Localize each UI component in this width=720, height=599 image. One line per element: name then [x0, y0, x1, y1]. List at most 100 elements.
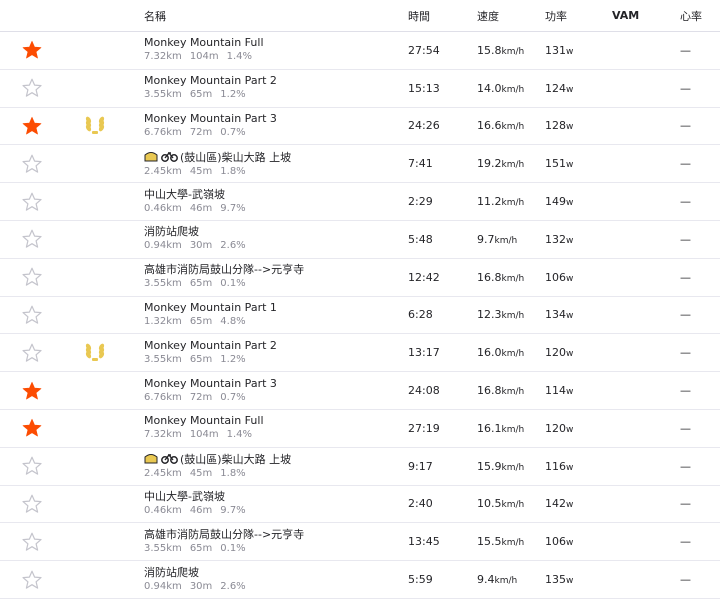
- segment-name[interactable]: 中山大學-武嶺坡: [144, 490, 225, 503]
- star-icon[interactable]: [22, 229, 42, 249]
- segment-name-link[interactable]: Monkey Mountain Part 3: [144, 377, 408, 391]
- speed-cell: 16.1km/h: [477, 409, 545, 448]
- segment-name[interactable]: Monkey Mountain Part 3: [144, 377, 277, 390]
- star-icon[interactable]: [22, 418, 42, 438]
- star-icon[interactable]: [22, 192, 42, 212]
- segment-name[interactable]: Monkey Mountain Part 2: [144, 339, 277, 352]
- table-row[interactable]: 消防站爬坡 0.94km 30m 2.6% 5:59 9.4km/h 135w —: [0, 560, 720, 599]
- table-row[interactable]: Monkey Mountain Part 2 3.55km 65m 1.2% 15:13…: [0, 69, 720, 108]
- table-row[interactable]: 高雄市消防局鼓山分隊-->元亨寺 3.55km 65m 0.1% 12:42 16.8km…: [0, 258, 720, 297]
- header-hr[interactable]: 心率: [680, 0, 720, 32]
- star-icon[interactable]: [22, 494, 42, 514]
- table-row[interactable]: Monkey Mountain Part 2 3.55km 65m 1.2% 13:17…: [0, 333, 720, 373]
- star-icon[interactable]: [22, 343, 42, 363]
- unit-label: km/h: [501, 387, 525, 398]
- segment-grade: 9.7%: [220, 504, 246, 516]
- star-icon[interactable]: [22, 570, 42, 590]
- star-icon[interactable]: [22, 116, 42, 136]
- star-icon[interactable]: [22, 40, 42, 60]
- speed-value: 15.9: [477, 459, 502, 473]
- header-speed[interactable]: 速度: [477, 0, 545, 32]
- segment-elevation: 65m: [189, 89, 213, 101]
- segment-name-link[interactable]: 中山大學-武嶺坡: [144, 490, 408, 504]
- segment-name-link[interactable]: (鼓山區)柴山大路 上坡: [144, 451, 408, 467]
- segment-elevation: 46m: [189, 504, 213, 516]
- segment-name[interactable]: Monkey Mountain Part 3: [144, 112, 277, 125]
- medal-cell: [62, 333, 144, 373]
- power-cell: 106w: [545, 522, 612, 562]
- segment-name[interactable]: (鼓山區)柴山大路 上坡: [180, 453, 291, 466]
- table-row[interactable]: Monkey Mountain Part 1 1.32km 65m 4.8% 6:28 1…: [0, 296, 720, 335]
- speed-cell: 16.6km/h: [477, 107, 545, 146]
- header-time[interactable]: 時間: [408, 0, 477, 32]
- segment-cell: 中山大學-武嶺坡 0.46km 46m 9.7%: [144, 485, 408, 524]
- star-cell: [0, 560, 62, 599]
- segment-name-link[interactable]: 消防站爬坡: [144, 566, 408, 580]
- star-icon[interactable]: [22, 78, 42, 98]
- unit-label: km/h: [501, 311, 525, 322]
- segment-name-link[interactable]: Monkey Mountain Part 1: [144, 301, 408, 315]
- segment-elevation: 65m: [189, 353, 213, 365]
- unit-label: w: [566, 462, 574, 473]
- segment-name[interactable]: 高雄市消防局鼓山分隊-->元亨寺: [144, 528, 304, 541]
- segment-name[interactable]: Monkey Mountain Full: [144, 414, 264, 427]
- power-cell: 124w: [545, 69, 612, 108]
- star-cell: [0, 333, 62, 373]
- table-row[interactable]: 中山大學-武嶺坡 0.46km 46m 9.7% 2:40 10.5km/h 142w —: [0, 485, 720, 524]
- power-value: 114: [545, 384, 566, 398]
- star-icon[interactable]: [22, 154, 42, 174]
- heart-rate-cell: —: [680, 409, 720, 448]
- segment-distance: 6.76km: [144, 126, 182, 138]
- star-icon[interactable]: [22, 456, 42, 476]
- segment-name-link[interactable]: Monkey Mountain Part 2: [144, 74, 408, 88]
- segment-name-link[interactable]: 消防站爬坡: [144, 225, 408, 239]
- star-cell: [0, 409, 62, 448]
- segment-name-link[interactable]: Monkey Mountain Full: [144, 414, 408, 428]
- segment-name[interactable]: 中山大學-武嶺坡: [144, 188, 225, 201]
- speed-cell: 16.8km/h: [477, 371, 545, 410]
- table-row[interactable]: (鼓山區)柴山大路 上坡 2.45km 45m 1.8% 7:41 19.2km/h 151…: [0, 144, 720, 184]
- segment-name-link[interactable]: 高雄市消防局鼓山分隊-->元亨寺: [144, 528, 408, 542]
- segment-name-link[interactable]: Monkey Mountain Part 3: [144, 112, 408, 126]
- header-vam[interactable]: VAM: [612, 0, 680, 32]
- star-icon[interactable]: [22, 532, 42, 552]
- star-cell: [0, 220, 62, 259]
- unit-label: w: [566, 424, 574, 435]
- segment-name[interactable]: 消防站爬坡: [144, 566, 199, 579]
- segment-name-link[interactable]: Monkey Mountain Part 2: [144, 339, 408, 353]
- segment-name[interactable]: 消防站爬坡: [144, 225, 199, 238]
- segment-name[interactable]: (鼓山區)柴山大路 上坡: [180, 151, 291, 164]
- table-row[interactable]: 中山大學-武嶺坡 0.46km 46m 9.7% 2:29 11.2km/h 149w —: [0, 182, 720, 221]
- header-name[interactable]: 名稱: [144, 0, 408, 32]
- segment-name-link[interactable]: (鼓山區)柴山大路 上坡: [144, 149, 408, 165]
- table-row[interactable]: Monkey Mountain Full 7.32km 104m 1.4% 27:54 1…: [0, 31, 720, 70]
- segment-name[interactable]: Monkey Mountain Full: [144, 36, 264, 49]
- power-value: 132: [545, 232, 566, 246]
- segment-name[interactable]: Monkey Mountain Part 2: [144, 74, 277, 87]
- power-value: 151: [545, 157, 566, 171]
- medal-cell: [62, 258, 144, 297]
- header-power[interactable]: 功率: [545, 0, 612, 32]
- table-row[interactable]: 消防站爬坡 0.94km 30m 2.6% 5:48 9.7km/h 132w —: [0, 220, 720, 259]
- power-value: 142: [545, 497, 566, 511]
- star-cell: [0, 522, 62, 562]
- segment-name-link[interactable]: Monkey Mountain Full: [144, 36, 408, 50]
- segment-name-link[interactable]: 中山大學-武嶺坡: [144, 188, 408, 202]
- segment-name-link[interactable]: 高雄市消防局鼓山分隊-->元亨寺: [144, 263, 408, 277]
- star-cell: [0, 31, 62, 70]
- star-icon[interactable]: [22, 381, 42, 401]
- table-row[interactable]: Monkey Mountain Part 3 6.76km 72m 0.7% 24:08…: [0, 371, 720, 410]
- segment-name[interactable]: Monkey Mountain Part 1: [144, 301, 277, 314]
- segment-elevation: 104m: [189, 51, 219, 63]
- table-row[interactable]: Monkey Mountain Full 7.32km 104m 1.4% 27:19 1…: [0, 409, 720, 448]
- star-icon[interactable]: [22, 305, 42, 325]
- table-row[interactable]: (鼓山區)柴山大路 上坡 2.45km 45m 1.8% 9:17 15.9km/h 116…: [0, 447, 720, 486]
- medal-cell: [62, 447, 144, 486]
- segment-cell: Monkey Mountain Full 7.32km 104m 1.4%: [144, 31, 408, 70]
- star-icon[interactable]: [22, 267, 42, 287]
- segment-name[interactable]: 高雄市消防局鼓山分隊-->元亨寺: [144, 263, 304, 276]
- table-row[interactable]: 高雄市消防局鼓山分隊-->元亨寺 3.55km 65m 0.1% 13:45 15.5km…: [0, 522, 720, 562]
- segment-grade: 1.2%: [220, 89, 246, 101]
- medal-cell: [62, 220, 144, 259]
- table-row[interactable]: Monkey Mountain Part 3 6.76km 72m 0.7% 24:26…: [0, 107, 720, 146]
